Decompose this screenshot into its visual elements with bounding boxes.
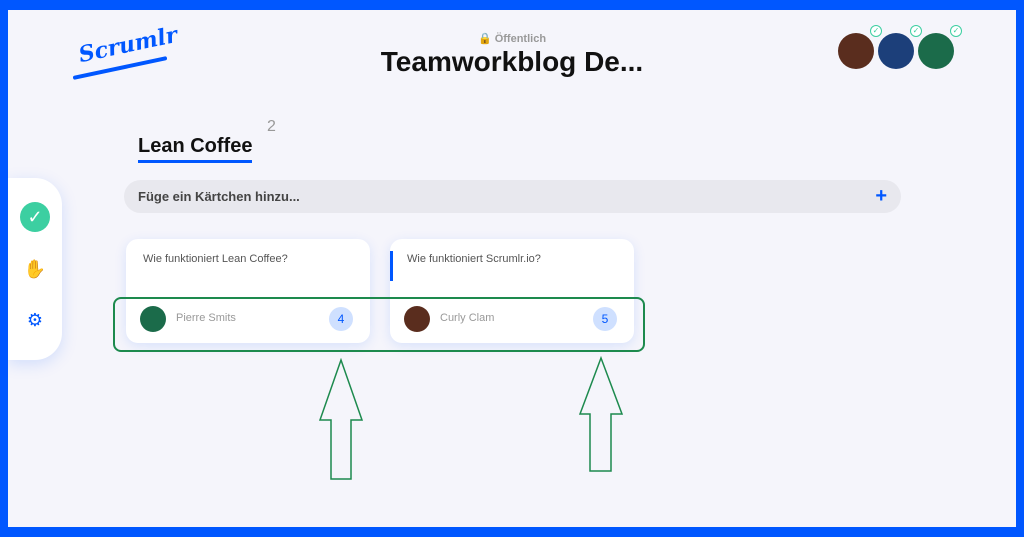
access-label: Öffentlich	[494, 33, 547, 45]
raise-hand-icon[interactable]: ✋	[20, 254, 50, 284]
card-text: Wie funktioniert Lean Coffee?	[143, 253, 288, 265]
avatar[interactable]: ✓	[838, 25, 882, 69]
plus-icon[interactable]: +	[875, 185, 887, 208]
up-arrow-annotation	[318, 358, 364, 480]
ready-check-icon: ✓	[910, 25, 922, 37]
ready-check-icon: ✓	[870, 25, 882, 37]
focus-indicator	[390, 251, 393, 281]
menu-bar: ✓ ✋ ⚙	[8, 178, 62, 360]
add-card-input[interactable]: Füge ein Kärtchen hinzu... +	[124, 180, 901, 213]
column-title: Lean Coffee	[138, 135, 253, 163]
up-arrow-annotation	[578, 356, 624, 472]
ready-check-icon[interactable]: ✓	[20, 202, 50, 232]
ready-check-icon: ✓	[950, 25, 962, 37]
avatar[interactable]: ✓	[918, 25, 962, 69]
card-text: Wie funktioniert Scrumlr.io?	[407, 253, 541, 265]
column-card-count: 2	[267, 118, 276, 135]
gear-icon[interactable]: ⚙	[20, 305, 50, 335]
add-card-placeholder: Füge ein Kärtchen hinzu...	[138, 189, 300, 204]
participant-list[interactable]: ✓ ✓ ✓	[838, 25, 962, 69]
avatar[interactable]: ✓	[878, 25, 922, 69]
highlight-box	[113, 297, 645, 352]
